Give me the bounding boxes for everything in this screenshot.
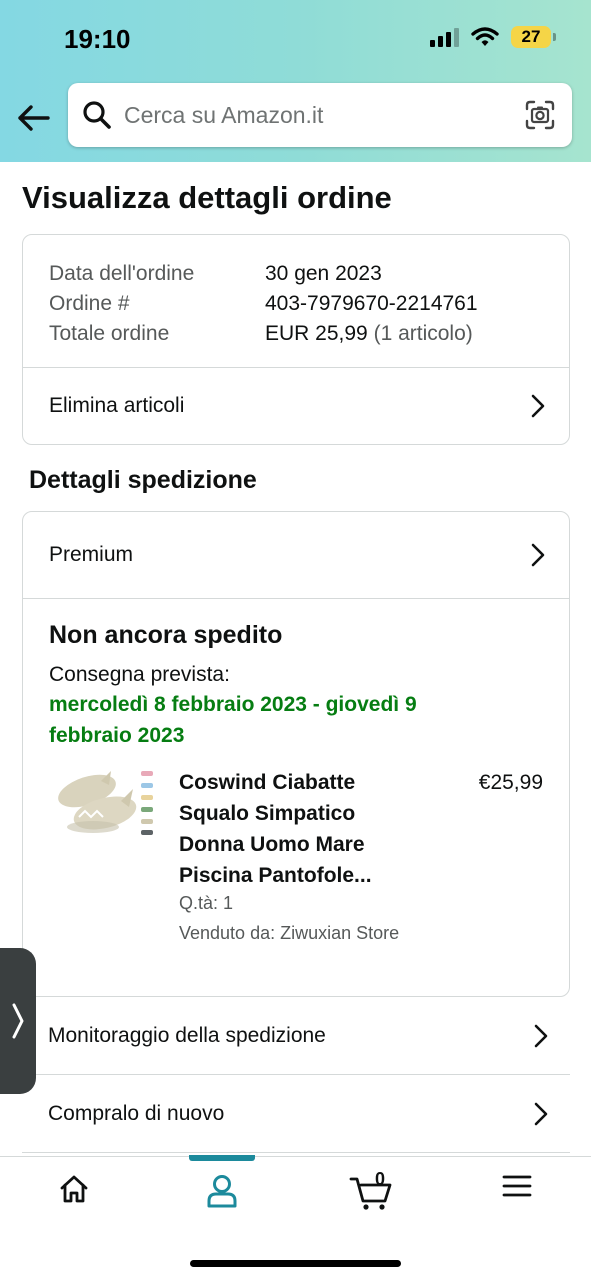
search-bar[interactable] — [68, 83, 572, 147]
order-info: Data dell'ordine 30 gen 2023 Ordine # 40… — [23, 235, 569, 367]
side-drawer-handle[interactable] — [0, 948, 36, 1094]
shipment-body: Non ancora spedito Consegna prevista: me… — [23, 598, 569, 996]
chevron-right-icon — [531, 543, 545, 567]
delivery-date: mercoledì 8 febbraio 2023 - giovedì 9 fe… — [49, 693, 417, 747]
nav-menu[interactable] — [487, 1173, 547, 1217]
status-icons: 27 — [430, 26, 556, 48]
product-item: Coswind Ciabatte Squalo Simpatico Donna … — [49, 767, 543, 967]
order-total-label: Totale ordine — [49, 322, 170, 345]
order-number-row: Ordine # 403-7979670-2214761 — [49, 289, 543, 319]
top-bar: 19:10 27 — [0, 0, 591, 162]
battery-level: 27 — [521, 27, 541, 46]
order-date-value: 30 gen 2023 — [265, 262, 382, 285]
chevron-right-icon — [12, 1003, 24, 1039]
chevron-right-icon — [531, 394, 545, 418]
cart-count: 0 — [374, 1169, 385, 1189]
order-number-value: 403-7979670-2214761 — [265, 292, 478, 315]
shipment-status: Non ancora spedito — [49, 621, 283, 649]
delivery-label: Consegna prevista: — [49, 663, 230, 686]
order-number-label: Ordine # — [49, 292, 130, 315]
shipping-service-label: Premium — [49, 543, 134, 566]
account-icon — [207, 1175, 237, 1208]
order-summary-card: Data dell'ordine 30 gen 2023 Ordine # 40… — [22, 234, 570, 445]
cellular-signal-icon — [430, 27, 459, 47]
product-price: €25,99 — [478, 771, 543, 794]
nav-account[interactable] — [192, 1173, 252, 1217]
order-total-value: EUR 25,99 — [265, 322, 368, 345]
camera-scan-icon[interactable] — [524, 99, 556, 131]
buy-again-label: Compralo di nuovo — [48, 1101, 225, 1125]
shipment-card: Premium Non ancora spedito Consegna prev… — [22, 511, 570, 997]
product-image[interactable] — [49, 767, 159, 842]
product-seller: Venduto da: Ziwuxian Store — [179, 923, 400, 943]
order-date-row: Data dell'ordine 30 gen 2023 — [49, 259, 543, 289]
hamburger-menu-icon — [502, 1175, 532, 1197]
shipping-details-title: Dettagli spedizione — [29, 466, 257, 494]
order-date-label: Data dell'ordine — [49, 262, 195, 285]
delete-items-row[interactable]: Elimina articoli — [23, 367, 569, 444]
chevron-right-icon — [534, 1024, 548, 1047]
search-input[interactable] — [124, 101, 504, 129]
order-item-count: (1 articolo) — [373, 322, 473, 345]
product-quantity: Q.tà: 1 — [179, 893, 234, 913]
wifi-icon — [471, 27, 499, 46]
home-indicator — [190, 1260, 401, 1267]
active-tab-indicator — [189, 1155, 255, 1161]
shipping-service-row[interactable]: Premium — [23, 512, 569, 598]
search-icon — [83, 101, 111, 129]
track-shipment-label: Monitoraggio della spedizione — [48, 1023, 326, 1047]
status-time: 19:10 — [64, 24, 131, 54]
delete-items-label: Elimina articoli — [49, 394, 185, 417]
track-shipment-row[interactable]: Monitoraggio della spedizione — [22, 997, 570, 1075]
nav-home[interactable] — [44, 1173, 104, 1217]
product-title[interactable]: Coswind Ciabatte Squalo Simpatico Donna … — [179, 767, 419, 891]
home-icon — [60, 1175, 88, 1203]
buy-again-row[interactable]: Compralo di nuovo — [22, 1075, 570, 1153]
order-total-row: Totale ordine EUR 25,99 (1 articolo) — [49, 319, 543, 349]
nav-cart[interactable]: 0 — [340, 1169, 402, 1217]
battery-icon: 27 — [511, 26, 556, 48]
page-title: Visualizza dettagli ordine — [22, 180, 392, 215]
chevron-right-icon — [534, 1102, 548, 1125]
back-arrow-icon[interactable] — [14, 98, 54, 138]
